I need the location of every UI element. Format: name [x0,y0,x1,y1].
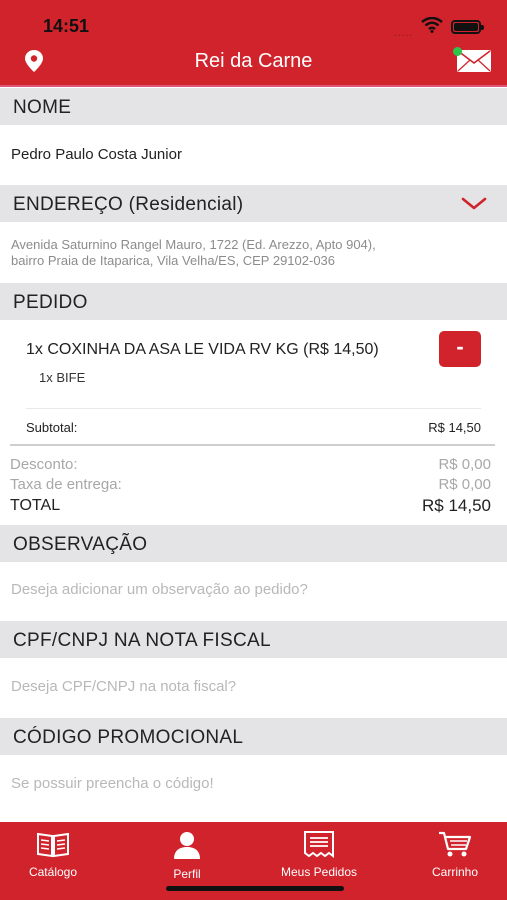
cpf-section-header: CPF/CNPJ NA NOTA FISCAL [0,621,507,658]
tab-label: Perfil [173,867,201,881]
cpf-input[interactable]: Deseja CPF/CNPJ na nota fiscal? [11,678,236,695]
tab-carrinho[interactable]: Carrinho [424,830,486,879]
tab-label: Catálogo [28,865,78,879]
delivery-fee-value: R$ 0,00 [438,476,491,493]
endereco-header-label: ENDEREÇO (Residencial) [13,194,244,215]
observation-input[interactable]: Deseja adicionar um observação ao pedido… [11,581,308,598]
divider [10,444,495,446]
customer-name: Pedro Paulo Costa Junior [11,146,182,163]
discount-value: R$ 0,00 [438,456,491,473]
cart-icon [424,830,486,861]
battery-icon [451,20,484,34]
observacao-header-label: OBSERVAÇÃO [13,534,148,555]
status-time: 14:51 [43,16,90,36]
pedido-section-header: PEDIDO [0,283,507,320]
observacao-section-header: OBSERVAÇÃO [0,525,507,562]
order-item-name: 1x COXINHA DA ASA LE VIDA RV KG (R$ 14,5… [26,341,379,358]
signal-indicator: ..... [394,28,413,39]
tab-perfil[interactable]: Perfil [162,830,212,881]
tab-label: Meus Pedidos [280,865,358,879]
chevron-down-icon[interactable] [461,196,487,217]
total-label: TOTAL [10,497,61,514]
order-item-option: 1x BIFE [39,370,86,385]
divider [26,408,481,409]
subtotal-value: R$ 14,50 [428,420,481,435]
total-value: R$ 14,50 [422,496,491,515]
wifi-icon [421,16,443,38]
promo-section-header: CÓDIGO PROMOCIONAL [0,718,507,755]
promo-code-input[interactable]: Se possuir preencha o código! [11,775,214,792]
address-line-1: Avenida Saturnino Rangel Mauro, 1722 (Ed… [11,237,376,252]
online-status-dot [453,47,462,56]
address-text: Avenida Saturnino Rangel Mauro, 1722 (Ed… [11,237,491,269]
app-title: Rei da Carne [194,50,313,72]
delivery-fee-label: Taxa de entrega: [10,476,122,493]
book-icon [22,830,84,861]
address-line-2: bairro Praia de Itaparica, Vila Velha/ES… [11,253,336,268]
nome-section-header: NOME [0,88,507,125]
promo-header-label: CÓDIGO PROMOCIONAL [13,727,244,748]
subtotal-label: Subtotal: [26,420,78,435]
discount-label: Desconto: [10,456,78,473]
top-app-bar: 14:51 ..... Rei da Carne [0,0,507,87]
cpf-header-label: CPF/CNPJ NA NOTA FISCAL [13,630,271,651]
remove-item-button[interactable]: - [439,331,481,367]
home-indicator [166,886,344,891]
tab-label: Carrinho [431,865,479,879]
endereco-section-header[interactable]: ENDEREÇO (Residencial) [0,185,507,222]
nome-header-label: NOME [13,97,72,118]
pedido-header-label: PEDIDO [13,292,88,313]
user-icon [162,830,212,863]
tab-catalogo[interactable]: Catálogo [22,830,84,879]
receipt-icon [270,830,368,861]
tab-meus-pedidos[interactable]: Meus Pedidos [270,830,368,879]
